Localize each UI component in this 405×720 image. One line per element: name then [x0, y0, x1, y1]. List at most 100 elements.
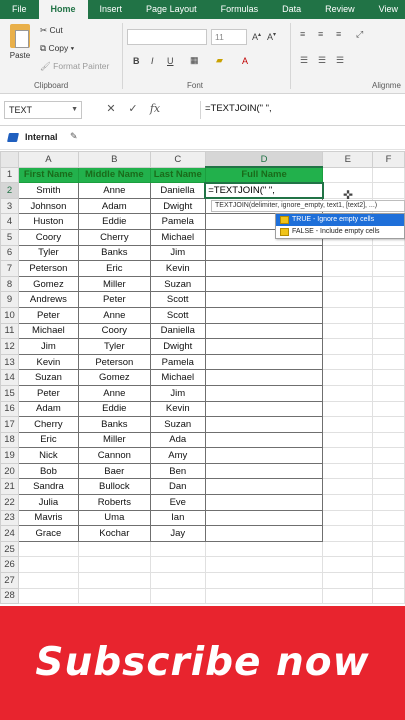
data-cell[interactable]: Baer: [77, 462, 151, 480]
data-cell[interactable]: Jay: [149, 525, 206, 542]
data-cell[interactable]: Andrews: [17, 291, 79, 308]
row-header[interactable]: 27: [0, 572, 19, 589]
row-header[interactable]: 26: [0, 556, 19, 574]
data-cell[interactable]: [204, 306, 324, 324]
tab-insert[interactable]: Insert: [88, 0, 135, 19]
data-cell[interactable]: Peterson: [77, 353, 151, 371]
empty-cell[interactable]: [372, 478, 405, 496]
row-header[interactable]: 11: [0, 322, 19, 340]
data-cell[interactable]: [204, 244, 324, 262]
data-cell[interactable]: Scott: [149, 306, 206, 324]
column-header-d[interactable]: D: [204, 151, 324, 169]
header-cell[interactable]: Middle Name: [77, 166, 151, 184]
row-header[interactable]: 21: [0, 478, 19, 496]
empty-cell[interactable]: [17, 572, 79, 589]
data-cell[interactable]: Sandra: [17, 478, 79, 496]
chevron-down-icon[interactable]: ▼: [71, 102, 78, 118]
empty-cell[interactable]: [77, 556, 151, 574]
empty-cell[interactable]: [322, 275, 374, 293]
data-cell[interactable]: Amy: [149, 447, 206, 464]
font-name-select[interactable]: [127, 29, 207, 45]
data-cell[interactable]: [204, 275, 324, 293]
empty-cell[interactable]: [322, 556, 374, 574]
data-cell[interactable]: Tyler: [77, 338, 151, 355]
tab-file[interactable]: File: [0, 0, 39, 19]
align-left-icon[interactable]: ☰: [300, 55, 308, 66]
align-middle-icon[interactable]: ≡: [318, 29, 323, 39]
underline-icon[interactable]: U: [167, 56, 174, 66]
data-cell[interactable]: [204, 525, 324, 542]
data-cell[interactable]: [204, 260, 324, 277]
row-header[interactable]: 2: [0, 182, 19, 199]
align-top-icon[interactable]: ≡: [300, 29, 305, 39]
empty-cell[interactable]: [322, 587, 374, 605]
data-cell[interactable]: Bob: [17, 462, 79, 480]
data-cell[interactable]: Michael: [17, 322, 79, 340]
header-cell[interactable]: Full Name: [204, 166, 324, 184]
empty-cell[interactable]: [77, 587, 151, 605]
data-cell[interactable]: Michael: [149, 228, 206, 246]
data-cell[interactable]: Eric: [77, 260, 151, 277]
empty-cell[interactable]: [372, 494, 405, 511]
empty-cell[interactable]: [372, 384, 405, 402]
row-header[interactable]: 9: [0, 291, 19, 308]
empty-cell[interactable]: [322, 447, 374, 464]
data-cell[interactable]: Miller: [77, 431, 151, 449]
data-cell[interactable]: Ben: [149, 462, 206, 480]
data-cell[interactable]: [204, 384, 324, 402]
tab-view[interactable]: View: [367, 0, 405, 19]
empty-cell[interactable]: [372, 587, 405, 605]
data-cell[interactable]: Johnson: [17, 197, 79, 215]
row-header[interactable]: 19: [0, 447, 19, 464]
empty-cell[interactable]: [204, 556, 324, 574]
empty-cell[interactable]: [372, 353, 405, 371]
tab-page-layout[interactable]: Page Layout: [134, 0, 209, 19]
empty-cell[interactable]: [372, 556, 405, 574]
column-header-f[interactable]: F: [372, 151, 405, 168]
data-cell[interactable]: Peter: [17, 384, 79, 402]
data-cell[interactable]: Roberts: [77, 494, 151, 511]
row-header[interactable]: 22: [0, 494, 19, 511]
empty-cell[interactable]: [322, 509, 374, 527]
empty-cell[interactable]: [322, 166, 374, 184]
empty-cell[interactable]: [372, 369, 405, 386]
column-header-b[interactable]: B: [77, 151, 151, 168]
data-cell[interactable]: Michael: [149, 369, 206, 386]
empty-cell[interactable]: [372, 291, 405, 308]
row-header[interactable]: 24: [0, 525, 19, 542]
data-cell[interactable]: Kevin: [17, 353, 79, 371]
italic-icon[interactable]: I: [151, 56, 154, 66]
empty-cell[interactable]: [322, 338, 374, 355]
row-header[interactable]: 15: [0, 384, 19, 402]
row-header[interactable]: 8: [0, 275, 19, 293]
orientation-icon[interactable]: ⤢: [356, 29, 363, 40]
copy-button[interactable]: ⧉ Copy ▾: [40, 43, 74, 54]
data-cell[interactable]: Adam: [77, 197, 151, 215]
column-header-c[interactable]: C: [149, 151, 206, 168]
data-cell[interactable]: Daniella: [149, 182, 206, 199]
empty-cell[interactable]: [372, 275, 405, 293]
empty-cell[interactable]: [372, 509, 405, 527]
data-cell[interactable]: Kevin: [149, 260, 206, 277]
empty-cell[interactable]: [372, 447, 405, 464]
empty-cell[interactable]: [204, 587, 324, 605]
data-cell[interactable]: [204, 291, 324, 308]
empty-cell[interactable]: [77, 572, 151, 589]
data-cell[interactable]: Mavris: [17, 509, 79, 527]
empty-cell[interactable]: [204, 540, 324, 558]
header-cell[interactable]: Last Name: [149, 166, 206, 184]
row-header[interactable]: 3: [0, 197, 19, 215]
data-cell[interactable]: Tyler: [17, 244, 79, 262]
data-cell[interactable]: Adam: [17, 400, 79, 418]
data-cell[interactable]: [204, 338, 324, 355]
empty-cell[interactable]: [322, 244, 374, 262]
data-cell[interactable]: [204, 400, 324, 418]
align-bottom-icon[interactable]: ≡: [336, 29, 341, 39]
data-cell[interactable]: Julia: [17, 494, 79, 511]
empty-cell[interactable]: [372, 431, 405, 449]
data-cell[interactable]: Scott: [149, 291, 206, 308]
empty-cell[interactable]: [322, 572, 374, 589]
data-cell[interactable]: [204, 416, 324, 433]
align-right-icon[interactable]: ☰: [336, 55, 344, 66]
data-cell[interactable]: Miller: [77, 275, 151, 293]
